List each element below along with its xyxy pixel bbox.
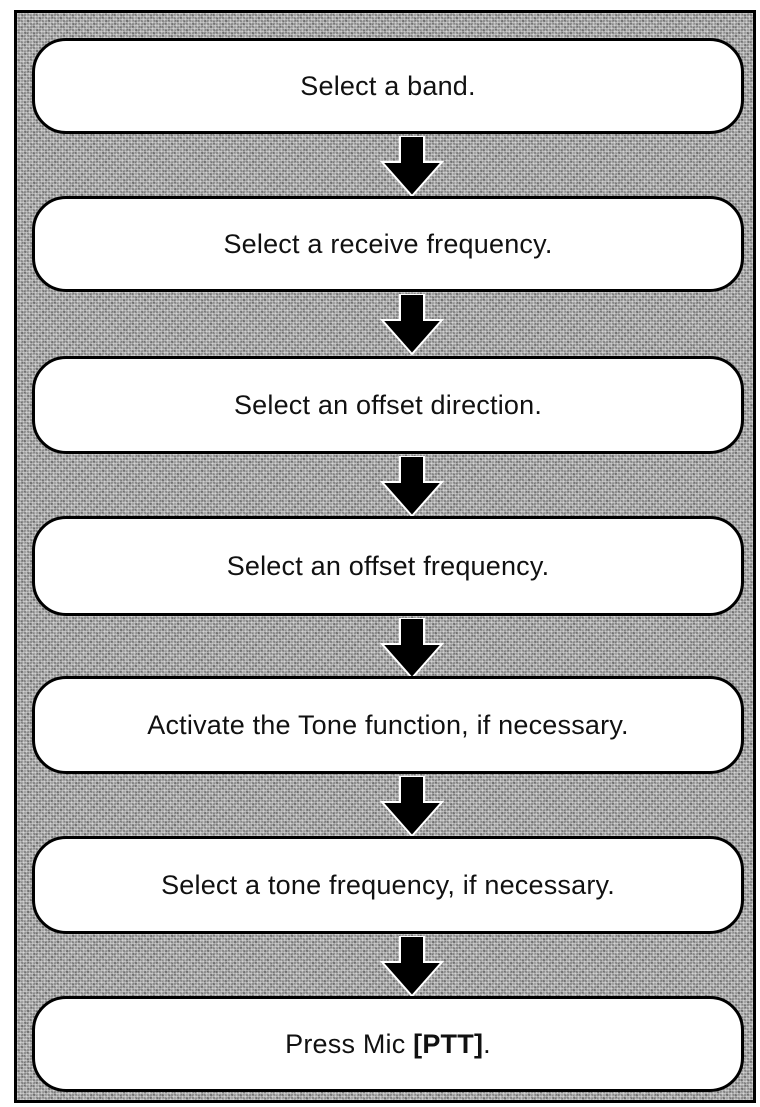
- step-press-mic-ptt: Press Mic [PTT].: [32, 996, 744, 1092]
- down-arrow-icon: [380, 618, 444, 680]
- step-label: Select an offset direction.: [233, 389, 543, 420]
- down-arrow-icon: [380, 136, 444, 198]
- step-label: Press Mic [PTT].: [285, 1029, 491, 1060]
- step-label: Select a tone frequency, if necessary.: [161, 869, 615, 900]
- down-arrow-icon: [380, 294, 444, 356]
- step-label-prefix: Press Mic: [285, 1028, 414, 1059]
- down-arrow-icon: [380, 456, 444, 518]
- step-label: Activate the Tone function, if necessary…: [147, 709, 629, 740]
- step-select-band: Select a band.: [32, 38, 744, 134]
- step-label-suffix: .: [483, 1028, 491, 1059]
- step-select-receive-frequency: Select a receive frequency.: [32, 196, 744, 292]
- down-arrow-icon: [380, 776, 444, 838]
- step-label: Select a receive frequency.: [223, 228, 553, 259]
- step-select-tone-frequency: Select a tone frequency, if necessary.: [32, 836, 744, 934]
- step-select-offset-direction: Select an offset direction.: [32, 356, 744, 454]
- step-label: Select an offset frequency.: [226, 550, 550, 581]
- step-activate-tone-function: Activate the Tone function, if necessary…: [32, 676, 744, 774]
- down-arrow-icon: [380, 936, 444, 998]
- step-select-offset-frequency: Select an offset frequency.: [32, 516, 744, 616]
- ptt-key-label: [PTT]: [413, 1028, 484, 1059]
- step-label: Select a band.: [300, 70, 476, 101]
